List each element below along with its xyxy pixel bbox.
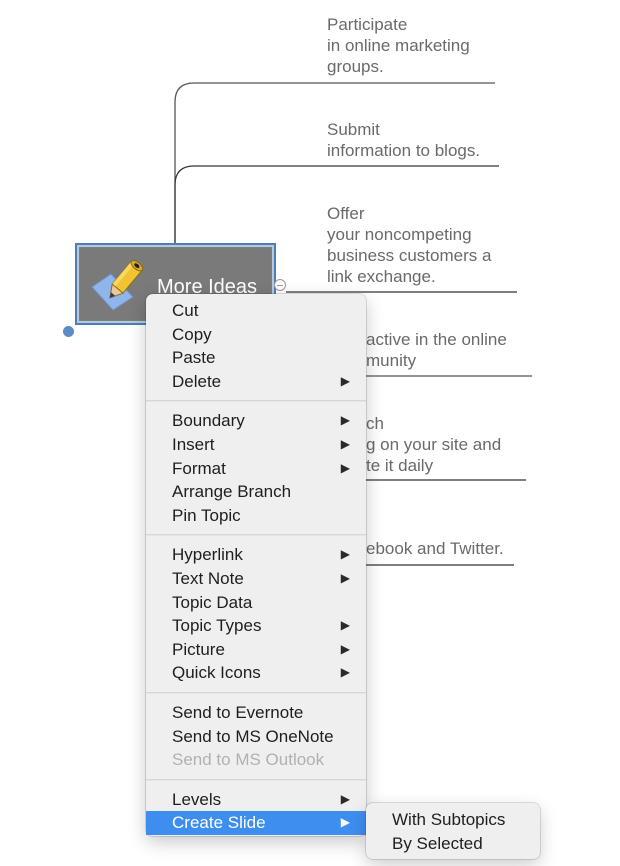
menu-item-label: Text Note <box>172 568 244 588</box>
menu-item-label: Send to Evernote <box>172 702 304 722</box>
menu-separator <box>146 778 366 781</box>
submenu-arrow-icon: ▶ <box>340 547 350 562</box>
menu-item-label: Hyperlink <box>172 545 243 565</box>
menu-item-send-to-ms-onenote[interactable]: Send to MS OneNote <box>146 725 366 749</box>
menu-item-label: Topic Types <box>172 616 262 636</box>
menu-item-topic-types[interactable]: Topic Types ▶ <box>146 614 366 638</box>
menu-separator <box>146 534 366 537</box>
collapse-branch-button[interactable] <box>274 279 286 291</box>
menu-item-topic-data[interactable]: Topic Data <box>146 591 366 615</box>
menu-item-label: Send to MS OneNote <box>172 726 334 746</box>
menu-item-format[interactable]: Format ▶ <box>146 457 366 481</box>
submenu-arrow-icon: ▶ <box>340 665 350 680</box>
submenu-item-by-selected[interactable]: By Selected <box>366 832 540 856</box>
subtopic[interactable]: Offer your noncompeting business custome… <box>327 203 491 287</box>
menu-item-boundary[interactable]: Boundary ▶ <box>146 409 366 433</box>
menu-item-hyperlink[interactable]: Hyperlink ▶ <box>146 543 366 567</box>
submenu-arrow-icon: ▶ <box>340 373 350 388</box>
submenu-arrow-icon: ▶ <box>340 436 350 451</box>
menu-item-label: Paste <box>172 348 216 368</box>
menu-item-label: Pin Topic <box>172 505 241 525</box>
menu-item-label: Cut <box>172 301 199 320</box>
submenu-arrow-icon: ▶ <box>340 815 350 830</box>
subtopic[interactable]: Submit information to blogs. <box>327 119 480 161</box>
submenu-arrow-icon: ▶ <box>340 641 350 656</box>
menu-item-label: Quick Icons <box>172 663 261 683</box>
menu-separator <box>146 691 366 694</box>
subtopic[interactable]: ch g on your site and te it daily <box>366 413 501 476</box>
menu-item-label: Copy <box>172 324 212 344</box>
submenu-arrow-icon: ▶ <box>340 570 350 585</box>
menu-item-label: Boundary <box>172 411 245 431</box>
menu-item-label: Topic Data <box>172 592 253 612</box>
submenu-item-with-subtopics[interactable]: With Subtopics <box>366 808 540 832</box>
menu-item-pin-topic[interactable]: Pin Topic <box>146 504 366 528</box>
menu-item-text-note[interactable]: Text Note ▶ <box>146 567 366 591</box>
menu-item-label: Levels <box>172 789 222 809</box>
menu-item-cut[interactable]: Cut <box>146 299 366 323</box>
submenu-arrow-icon: ▶ <box>340 460 350 475</box>
create-slide-submenu: With Subtopics By Selected <box>366 803 540 859</box>
menu-item-quick-icons[interactable]: Quick Icons ▶ <box>146 661 366 685</box>
menu-separator <box>146 400 366 403</box>
menu-item-label: Insert <box>172 434 215 454</box>
menu-item-send-to-evernote[interactable]: Send to Evernote <box>146 701 366 725</box>
menu-item-send-to-ms-outlook: Send to MS Outlook <box>146 748 366 772</box>
subtopic[interactable]: ebook and Twitter. <box>366 538 504 559</box>
context-menu: Cut Copy Paste Delete ▶ Boundary ▶ Insert ▶ Forma… <box>146 294 366 836</box>
menu-item-label: Arrange Branch <box>172 482 292 502</box>
menu-item-label: Send to MS Outlook <box>172 750 325 770</box>
menu-item-copy[interactable]: Copy <box>146 323 366 347</box>
subtopic[interactable]: active in the online munity <box>366 329 507 371</box>
menu-item-label: Format <box>172 458 226 478</box>
menu-item-arrange-branch[interactable]: Arrange Branch <box>146 480 366 504</box>
menu-item-delete[interactable]: Delete ▶ <box>146 370 366 394</box>
pencil-note-icon <box>91 259 144 311</box>
menu-item-label: Picture <box>172 639 225 659</box>
menu-item-levels[interactable]: Levels ▶ <box>146 788 366 812</box>
subtopic[interactable]: Participate in online marketing groups. <box>327 14 470 77</box>
menu-item-insert[interactable]: Insert ▶ <box>146 433 366 457</box>
submenu-arrow-icon: ▶ <box>340 791 350 806</box>
menu-item-create-slide[interactable]: Create Slide ▶ <box>146 811 366 835</box>
menu-item-paste[interactable]: Paste <box>146 346 366 370</box>
selection-handle[interactable] <box>63 326 74 337</box>
menu-item-label: Create Slide <box>172 813 266 833</box>
submenu-arrow-icon: ▶ <box>340 413 350 428</box>
menu-item-label: Delete <box>172 371 222 391</box>
menu-item-picture[interactable]: Picture ▶ <box>146 638 366 662</box>
submenu-arrow-icon: ▶ <box>340 618 350 633</box>
